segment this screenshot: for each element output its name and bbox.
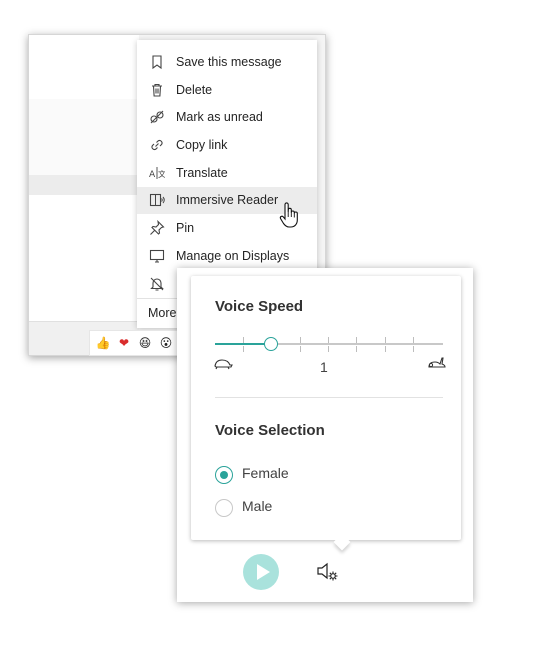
pin-icon xyxy=(149,220,165,236)
menu-item-label: Delete xyxy=(176,83,213,97)
female-voice-radio[interactable] xyxy=(215,466,233,484)
trash-icon xyxy=(149,82,165,98)
menu-item-label: Mark as unread xyxy=(176,110,263,124)
voice-selection-title: Voice Selection xyxy=(215,422,325,439)
mute-bell-icon xyxy=(149,276,165,292)
immersive-reader-voice-panel: Voice Speed 1 Voice Selection Female Mal xyxy=(177,268,473,602)
menu-item-mark-unread[interactable]: Mark as unread xyxy=(137,104,317,131)
menu-item-translate[interactable]: A文 Translate xyxy=(137,160,317,187)
voice-speed-value: 1 xyxy=(320,359,328,375)
chat-divider-bar xyxy=(29,175,139,196)
play-button[interactable] xyxy=(243,554,279,590)
reactions-bar: 👍 ❤ 😆 😮 xyxy=(89,330,191,356)
menu-item-label: Pin xyxy=(176,221,195,235)
reaction-like[interactable]: 👍 xyxy=(95,336,111,350)
reaction-heart[interactable]: ❤ xyxy=(116,336,132,350)
menu-item-manage-displays[interactable]: Manage on Displays xyxy=(137,243,317,270)
reaction-surprised[interactable]: 😮 xyxy=(158,336,174,350)
voice-speed-slider-thumb[interactable] xyxy=(264,337,278,351)
menu-item-label: Translate xyxy=(176,166,228,180)
svg-text:A: A xyxy=(149,170,156,180)
voice-speed-title: Voice Speed xyxy=(215,298,304,315)
display-icon xyxy=(149,248,165,264)
menu-item-label: Save this message xyxy=(176,55,282,69)
turtle-slow-icon xyxy=(214,359,233,370)
reaction-laugh[interactable]: 😆 xyxy=(137,336,153,350)
hand-pointer-cursor xyxy=(279,202,298,228)
menu-item-more[interactable]: More xyxy=(148,306,176,320)
chat-message-area xyxy=(29,99,139,176)
menu-item-copy-link[interactable]: Copy link xyxy=(137,132,317,159)
voice-settings-card: Voice Speed 1 Voice Selection Female Mal xyxy=(191,276,461,551)
menu-item-label: Copy link xyxy=(176,138,228,152)
translate-icon: A文 xyxy=(149,165,165,181)
chat-header-area xyxy=(29,35,139,100)
male-voice-radio[interactable] xyxy=(215,499,233,517)
link-icon xyxy=(149,137,165,153)
immersive-reader-icon xyxy=(149,192,165,208)
voice-settings-icon[interactable] xyxy=(316,561,340,583)
menu-item-label: Immersive Reader xyxy=(176,193,279,207)
voice-speed-fill xyxy=(215,343,271,345)
menu-item-label: Manage on Displays xyxy=(176,249,290,263)
chat-message-area xyxy=(29,195,139,321)
unread-icon xyxy=(149,109,165,125)
male-voice-label[interactable]: Male xyxy=(242,498,272,514)
menu-item-save-message[interactable]: Save this message xyxy=(137,49,317,76)
female-voice-label[interactable]: Female xyxy=(242,465,289,481)
bookmark-icon xyxy=(149,54,165,70)
section-divider xyxy=(215,397,443,398)
svg-text:文: 文 xyxy=(158,169,165,179)
rabbit-fast-icon xyxy=(428,357,446,368)
menu-item-delete[interactable]: Delete xyxy=(137,77,317,104)
